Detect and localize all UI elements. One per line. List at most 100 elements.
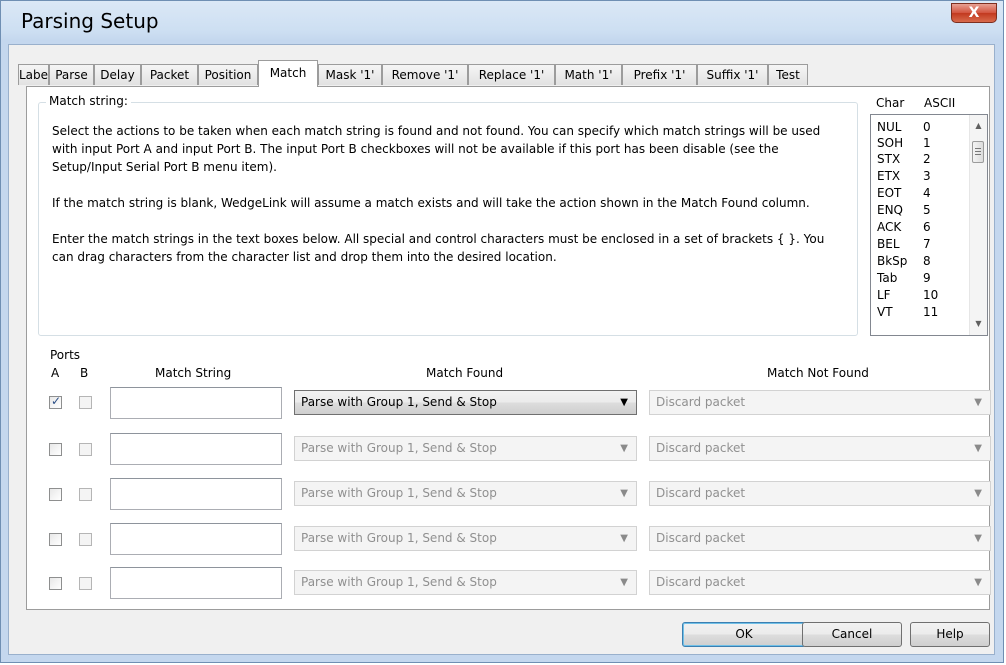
match-found-value: Parse with Group 1, Send & Stop [301, 486, 497, 500]
list-item[interactable]: EOT 4 [877, 185, 967, 201]
match-found-select[interactable]: Parse with Group 1, Send & Stop ▼ [294, 570, 637, 595]
match-string-group-label: Match string: [46, 94, 131, 108]
char-ascii: 5 [923, 203, 931, 217]
match-not-found-select[interactable]: Discard packet ▼ [649, 436, 991, 461]
tab-label[interactable]: Label [18, 64, 51, 85]
tab-math[interactable]: Math '1' [555, 64, 622, 85]
port-b-checkbox[interactable] [79, 577, 92, 590]
match-found-select[interactable]: Parse with Group 1, Send & Stop ▼ [294, 390, 637, 415]
char-name: ACK [877, 220, 902, 234]
list-item[interactable]: VT 11 [877, 304, 967, 320]
char-ascii: 3 [923, 169, 931, 183]
port-a-checkbox[interactable] [49, 443, 62, 456]
scroll-thumb[interactable] [972, 141, 984, 163]
char-name: NUL [877, 120, 902, 134]
match-not-found-select[interactable]: Discard packet ▼ [649, 526, 991, 551]
match-found-header: Match Found [426, 366, 504, 380]
dropdown-arrow-icon: ▼ [974, 443, 982, 454]
port-b-checkbox[interactable] [79, 396, 92, 409]
match-found-select[interactable]: Parse with Group 1, Send & Stop ▼ [294, 436, 637, 461]
title-bar: Parsing Setup X [1, 1, 1005, 45]
port-b-checkbox[interactable] [79, 533, 92, 546]
match-not-found-select[interactable]: Discard packet ▼ [649, 570, 991, 595]
cancel-button[interactable]: Cancel [802, 622, 902, 647]
dropdown-arrow-icon: ▼ [974, 577, 982, 588]
list-item[interactable]: STX 2 [877, 151, 967, 167]
dropdown-arrow-icon: ▼ [620, 397, 628, 408]
match-not-found-value: Discard packet [656, 531, 746, 545]
dropdown-arrow-icon: ▼ [974, 488, 982, 499]
char-ascii: 6 [923, 220, 931, 234]
grip-line [975, 154, 981, 155]
tab-remove[interactable]: Remove '1' [382, 64, 468, 85]
list-item[interactable]: LF 10 [877, 287, 967, 303]
match-found-value: Parse with Group 1, Send & Stop [301, 441, 497, 455]
list-item[interactable]: ENQ 5 [877, 202, 967, 218]
tab-position[interactable]: Position [198, 64, 258, 85]
char-name: ENQ [877, 203, 904, 217]
list-item[interactable]: ETX 3 [877, 168, 967, 184]
help-button[interactable]: Help [910, 622, 990, 647]
ok-button[interactable]: OK [682, 622, 806, 647]
scroll-down-arrow-icon[interactable]: ▼ [970, 315, 987, 332]
match-not-found-value: Discard packet [656, 575, 746, 589]
char-name: BEL [877, 237, 900, 251]
match-string-input[interactable] [110, 433, 282, 465]
character-list[interactable]: NUL 0 SOH 1 STX 2 ETX 3 EOT 4 ENQ 5 ACK 6 BEL 7 … [870, 114, 988, 336]
port-a-checkbox[interactable] [49, 488, 62, 501]
dropdown-arrow-icon: ▼ [620, 488, 628, 499]
match-not-found-select[interactable]: Discard packet ▼ [649, 390, 991, 415]
char-name: EOT [877, 186, 902, 200]
match-string-input[interactable] [110, 387, 282, 419]
list-item[interactable]: SOH 1 [877, 135, 967, 151]
instructions-paragraph-2: If the match string is blank, WedgeLink … [52, 196, 810, 210]
char-name: STX [877, 152, 901, 166]
port-a-header: A [51, 366, 60, 380]
match-string-input[interactable] [110, 567, 282, 599]
instructions-paragraph-1: Select the actions to be taken when each… [52, 124, 821, 174]
tab-test[interactable]: Test [768, 64, 808, 85]
match-string-input[interactable] [110, 523, 282, 555]
char-name: Tab [877, 271, 898, 285]
list-item[interactable]: NUL 0 [877, 119, 967, 135]
tab-packet[interactable]: Packet [141, 64, 198, 85]
tab-replace[interactable]: Replace '1' [468, 64, 555, 85]
list-item[interactable]: BEL 7 [877, 236, 967, 252]
char-ascii: 11 [923, 305, 939, 319]
port-b-header: B [80, 366, 89, 380]
match-not-found-header: Match Not Found [767, 366, 869, 380]
tab-prefix[interactable]: Prefix '1' [622, 64, 697, 85]
grip-line [975, 148, 981, 149]
tab-suffix[interactable]: Suffix '1' [697, 64, 768, 85]
match-found-select[interactable]: Parse with Group 1, Send & Stop ▼ [294, 526, 637, 551]
ascii-column-header: ASCII [924, 96, 956, 110]
char-name: LF [877, 288, 891, 302]
ports-header: Ports [50, 348, 81, 362]
char-name: BkSp [877, 254, 908, 268]
list-item[interactable]: ACK 6 [877, 219, 967, 235]
port-a-checkbox[interactable]: ✓ [49, 394, 62, 409]
tab-delay[interactable]: Delay [94, 64, 141, 85]
list-item[interactable]: BkSp 8 [877, 253, 967, 269]
dropdown-arrow-icon: ▼ [620, 443, 628, 454]
char-column-header: Char [876, 96, 905, 110]
char-list-scrollbar[interactable]: ▲ ▼ [969, 115, 987, 335]
match-string-input[interactable] [110, 478, 282, 510]
match-not-found-select[interactable]: Discard packet ▼ [649, 481, 991, 506]
port-b-checkbox[interactable] [79, 443, 92, 456]
scroll-up-arrow-icon[interactable]: ▲ [970, 117, 987, 134]
list-item[interactable]: Tab 9 [877, 270, 967, 286]
tab-parse[interactable]: Parse [49, 64, 94, 85]
tab-mask[interactable]: Mask '1' [318, 64, 382, 85]
close-button[interactable]: X [951, 3, 997, 23]
instructions-paragraph-3: Enter the match strings in the text boxe… [52, 232, 825, 264]
port-b-checkbox[interactable] [79, 488, 92, 501]
grip-line [975, 151, 981, 152]
match-found-value: Parse with Group 1, Send & Stop [301, 531, 497, 545]
char-ascii: 2 [923, 152, 931, 166]
port-a-checkbox[interactable] [49, 533, 62, 546]
match-found-value: Parse with Group 1, Send & Stop [301, 575, 497, 589]
match-found-select[interactable]: Parse with Group 1, Send & Stop ▼ [294, 481, 637, 506]
port-a-checkbox[interactable] [49, 577, 62, 590]
tab-match[interactable]: Match [258, 60, 318, 87]
